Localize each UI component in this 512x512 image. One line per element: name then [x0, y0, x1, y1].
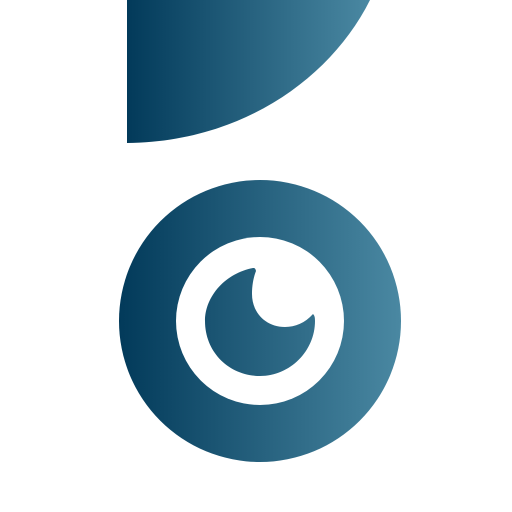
eye-logo-icon [0, 0, 512, 512]
